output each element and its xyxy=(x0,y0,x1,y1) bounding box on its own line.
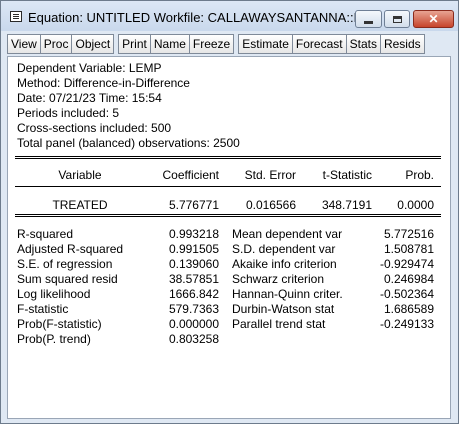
stats-button[interactable]: Stats xyxy=(345,34,380,54)
print-button[interactable]: Print xyxy=(118,34,150,54)
stat-value: 0.993218 xyxy=(168,227,219,241)
equation-window: Equation: UNTITLED Workfile: CALLAWAYSAN… xyxy=(0,0,459,424)
stat-label: Durbin-Watson stat xyxy=(232,302,335,316)
stat-label: Log likelihood xyxy=(17,287,91,301)
stat-label: Sum squared resid xyxy=(17,272,118,286)
header-line: Periods included: 5 xyxy=(17,106,120,120)
toolbar: View Proc Object Print Name Freeze Estimate For… xyxy=(7,34,429,54)
header-line: Total panel (balanced) observations: 250… xyxy=(17,136,240,150)
coefficient-cell: 0.0000 xyxy=(397,198,434,212)
toolbar-group: Print Name Freeze xyxy=(118,34,235,54)
stat-label: Adjusted R-squared xyxy=(17,242,124,256)
table-divider xyxy=(15,156,441,159)
maximize-button[interactable] xyxy=(384,10,410,28)
stat-label: Prob(F-statistic) xyxy=(17,317,102,331)
table-divider xyxy=(15,186,441,187)
view-button[interactable]: View xyxy=(7,34,40,54)
stat-label: Hannan-Quinn criter. xyxy=(232,287,343,301)
header-line: Cross-sections included: 500 xyxy=(17,121,172,135)
stat-label: Mean dependent var xyxy=(232,227,343,241)
object-button[interactable]: Object xyxy=(71,34,115,54)
stat-value: 579.7363 xyxy=(168,302,219,316)
stat-label: S.E. of regression xyxy=(17,257,113,271)
toolbar-group: View Proc Object xyxy=(7,34,115,54)
stat-value: -0.929474 xyxy=(379,257,434,271)
variable-name: TREATED xyxy=(52,198,108,212)
stat-value: 38.57851 xyxy=(168,272,219,286)
stat-value: 0.246984 xyxy=(383,272,434,286)
close-icon: ✕ xyxy=(428,12,439,26)
column-header: Std. Error xyxy=(244,168,296,182)
stat-value: 0.000000 xyxy=(168,317,219,331)
header-line: Method: Difference-in-Difference xyxy=(17,76,190,90)
proc-button[interactable]: Proc xyxy=(39,34,72,54)
stat-value: -0.249133 xyxy=(379,317,434,331)
stat-value: -0.502364 xyxy=(379,287,434,301)
column-header: Prob. xyxy=(405,168,434,182)
stat-value: 0.803258 xyxy=(168,332,219,346)
stat-value: 1.508781 xyxy=(383,242,434,256)
resids-button[interactable]: Resids xyxy=(379,34,425,54)
stat-label: Prob(P. trend) xyxy=(17,332,91,346)
stat-label: R-squared xyxy=(17,227,74,241)
minimize-button[interactable] xyxy=(355,10,382,28)
coefficient-cell: 348.7191 xyxy=(321,198,372,212)
stat-value: 5.772516 xyxy=(383,227,434,241)
maximize-icon xyxy=(392,15,402,23)
header-line: Date: 07/21/23 Time: 15:54 xyxy=(17,91,162,105)
stat-value: 1666.842 xyxy=(168,287,219,301)
coefficient-cell: 0.016566 xyxy=(245,198,296,212)
window-title: Equation: UNTITLED Workfile: CALLAWAYSAN… xyxy=(28,10,376,25)
toolbar-group: Estimate Forecast Stats Resids xyxy=(238,34,425,54)
stat-label: F-statistic xyxy=(17,302,69,316)
output-panel: Dependent Variable: LEMP Method: Differen… xyxy=(7,56,451,419)
stat-value: 1.686589 xyxy=(383,302,434,316)
column-header: t-Statistic xyxy=(322,168,372,182)
minimize-icon xyxy=(364,20,373,24)
stat-label: S.D. dependent var xyxy=(232,242,336,256)
stat-label: Parallel trend stat xyxy=(232,317,326,331)
window-menu-icon[interactable] xyxy=(10,11,22,22)
forecast-button[interactable]: Forecast xyxy=(291,34,346,54)
freeze-button[interactable]: Freeze xyxy=(188,34,235,54)
estimate-button[interactable]: Estimate xyxy=(238,34,292,54)
stat-label: Schwarz criterion xyxy=(232,272,325,286)
stat-value: 0.139060 xyxy=(168,257,219,271)
header-line: Dependent Variable: LEMP xyxy=(17,61,162,75)
coefficient-cell: 5.776771 xyxy=(168,198,219,212)
name-button[interactable]: Name xyxy=(149,34,189,54)
column-header: Coefficient xyxy=(162,168,219,182)
stat-value: 0.991505 xyxy=(168,242,219,256)
stat-label: Akaike info criterion xyxy=(232,257,337,271)
title-bar[interactable]: Equation: UNTITLED Workfile: CALLAWAYSAN… xyxy=(1,1,458,31)
close-button[interactable]: ✕ xyxy=(413,10,454,28)
table-divider xyxy=(15,214,441,217)
column-header: Variable xyxy=(58,168,102,182)
